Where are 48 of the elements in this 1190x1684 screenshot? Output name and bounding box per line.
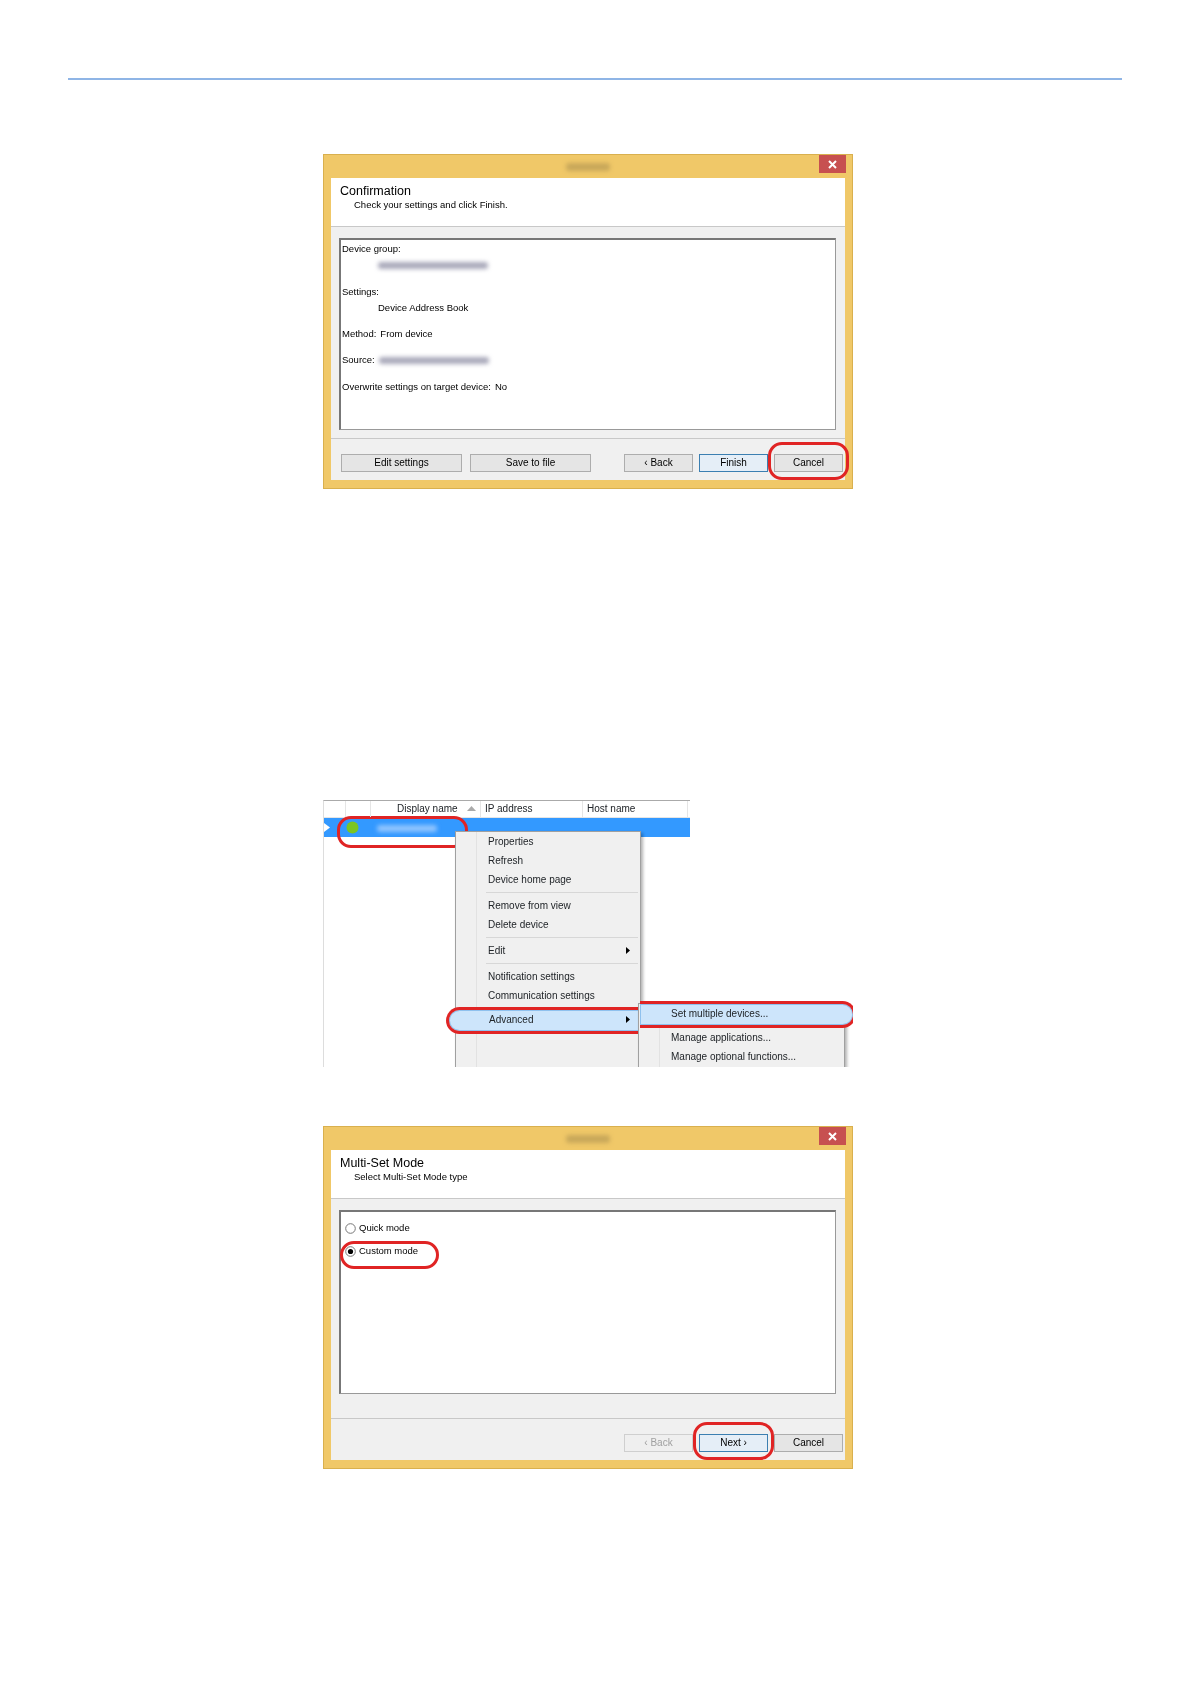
column-header[interactable]: Display name [371, 801, 481, 817]
summary-label: Settings: [342, 284, 380, 299]
menu-item[interactable]: Communication settings [457, 986, 639, 1005]
dialog-button[interactable]: Edit settings [341, 454, 462, 472]
dialog-subheading: Select Multi-Set Mode type [353, 1171, 469, 1183]
radio-button[interactable] [345, 1222, 356, 1234]
menu-item[interactable]: Remove from view [457, 896, 639, 915]
dialog-button[interactable]: Cancel [774, 454, 843, 472]
sort-icon [467, 806, 476, 811]
dialog-heading: Multi-Set Mode [340, 1156, 426, 1171]
menu-item[interactable]: Manage optional functions... [640, 1047, 843, 1066]
submenu-arrow-icon [626, 1016, 630, 1023]
dialog-button[interactable]: Next › [699, 1434, 768, 1452]
column-header[interactable]: IP address [481, 801, 583, 817]
close-icon [828, 1131, 837, 1141]
menu-item[interactable]: Manage applications... [640, 1028, 843, 1047]
dialog-button[interactable]: Finish [699, 454, 768, 472]
radio-option[interactable]: Quick mode [340, 1218, 431, 1242]
dialog-button[interactable]: Save to file [470, 454, 591, 472]
radio-option[interactable]: Custom mode [340, 1241, 440, 1269]
close-button[interactable] [819, 1127, 846, 1145]
menu-item[interactable]: Delete device [457, 915, 639, 934]
summary-value: From device [380, 327, 433, 341]
submenu-arrow-icon [626, 947, 630, 954]
menu-item[interactable]: Notification settings [457, 967, 639, 986]
summary-value: No [494, 379, 508, 394]
summary-label: Source: [342, 353, 375, 368]
summary-label: Device group: [342, 242, 402, 256]
menu-item[interactable]: Advanced [446, 1007, 639, 1034]
close-icon [828, 159, 837, 169]
dialog-heading: Confirmation [340, 184, 412, 199]
close-button[interactable] [819, 155, 846, 173]
menu-item[interactable]: Refresh [457, 851, 639, 870]
redacted-title [566, 162, 610, 171]
menu-item[interactable]: Edit [457, 941, 639, 960]
redacted-title [566, 1134, 610, 1143]
summary-value: Device Address Book [378, 301, 469, 313]
summary-label: Overwrite settings on target device: [342, 379, 491, 394]
summary-label: Method: [342, 327, 377, 341]
column-header[interactable]: Host name [583, 801, 688, 817]
menu-item[interactable]: Set multiple devices... [640, 1001, 853, 1028]
menu-item[interactable]: Properties [457, 832, 639, 851]
dialog-button[interactable]: ‹ Back [624, 454, 693, 472]
dialog-subheading: Check your settings and click Finish. [353, 199, 509, 211]
menu-item[interactable]: Device home page [457, 870, 639, 889]
dialog-button[interactable]: Cancel [774, 1434, 843, 1452]
radio-button[interactable] [345, 1245, 356, 1257]
redacted-text [377, 824, 437, 832]
